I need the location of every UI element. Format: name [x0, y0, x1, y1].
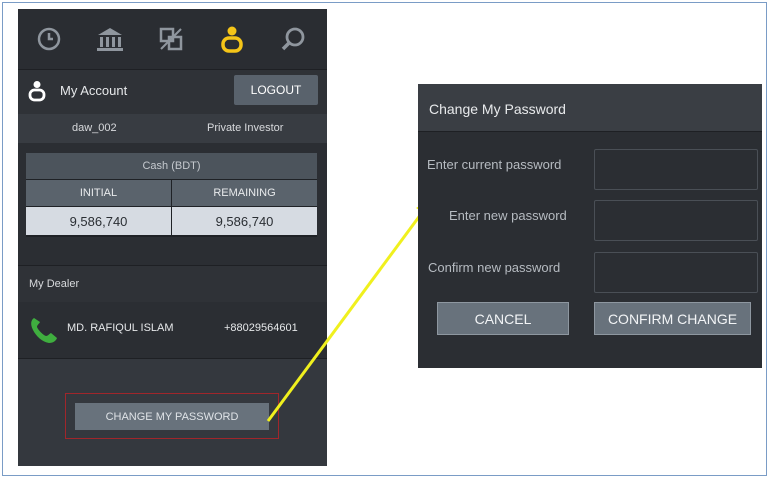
- current-password-label: Enter current password: [427, 157, 562, 172]
- cancel-button[interactable]: CANCEL: [437, 302, 569, 335]
- change-password-dialog: Change My Password Enter current passwor…: [418, 84, 762, 368]
- dialog-title: Change My Password: [429, 101, 566, 117]
- confirm-password-label: Confirm new password: [428, 260, 561, 275]
- confirm-password-input[interactable]: [594, 252, 758, 293]
- current-password-input[interactable]: [594, 149, 758, 190]
- confirm-change-button[interactable]: CONFIRM CHANGE: [594, 302, 751, 335]
- new-password-label: Enter new password: [449, 208, 567, 223]
- dialog-header: Change My Password: [418, 84, 762, 132]
- new-password-input[interactable]: [594, 200, 758, 241]
